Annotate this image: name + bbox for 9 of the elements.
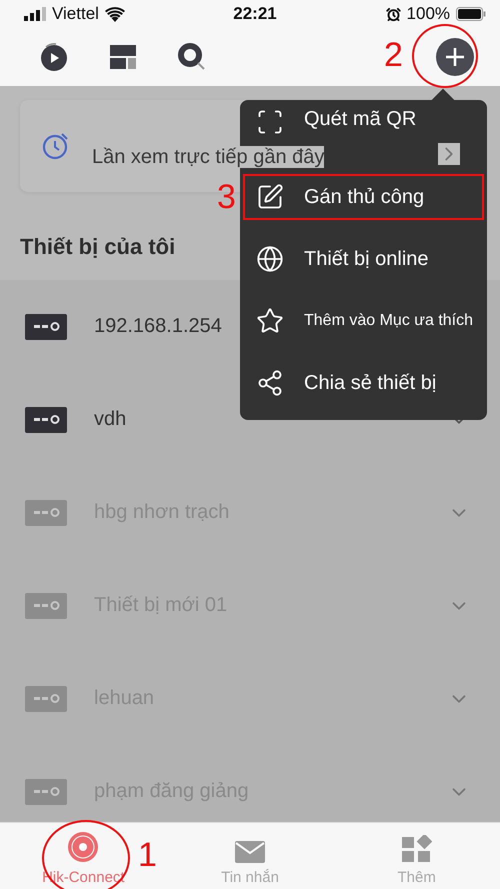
step-number: 1	[138, 838, 157, 872]
section-title: Thiết bị của tôi	[20, 234, 176, 260]
battery-percent: 100%	[406, 4, 450, 24]
step-number: 2	[384, 38, 403, 72]
device-name: 192.168.1.254	[94, 315, 222, 338]
clock-time: 22:21	[233, 4, 277, 24]
carrier-name: Viettel	[52, 4, 99, 24]
recent-live-label: Lần xem trực tiếp gần đây	[92, 146, 324, 168]
device-name: vdh	[94, 408, 126, 431]
